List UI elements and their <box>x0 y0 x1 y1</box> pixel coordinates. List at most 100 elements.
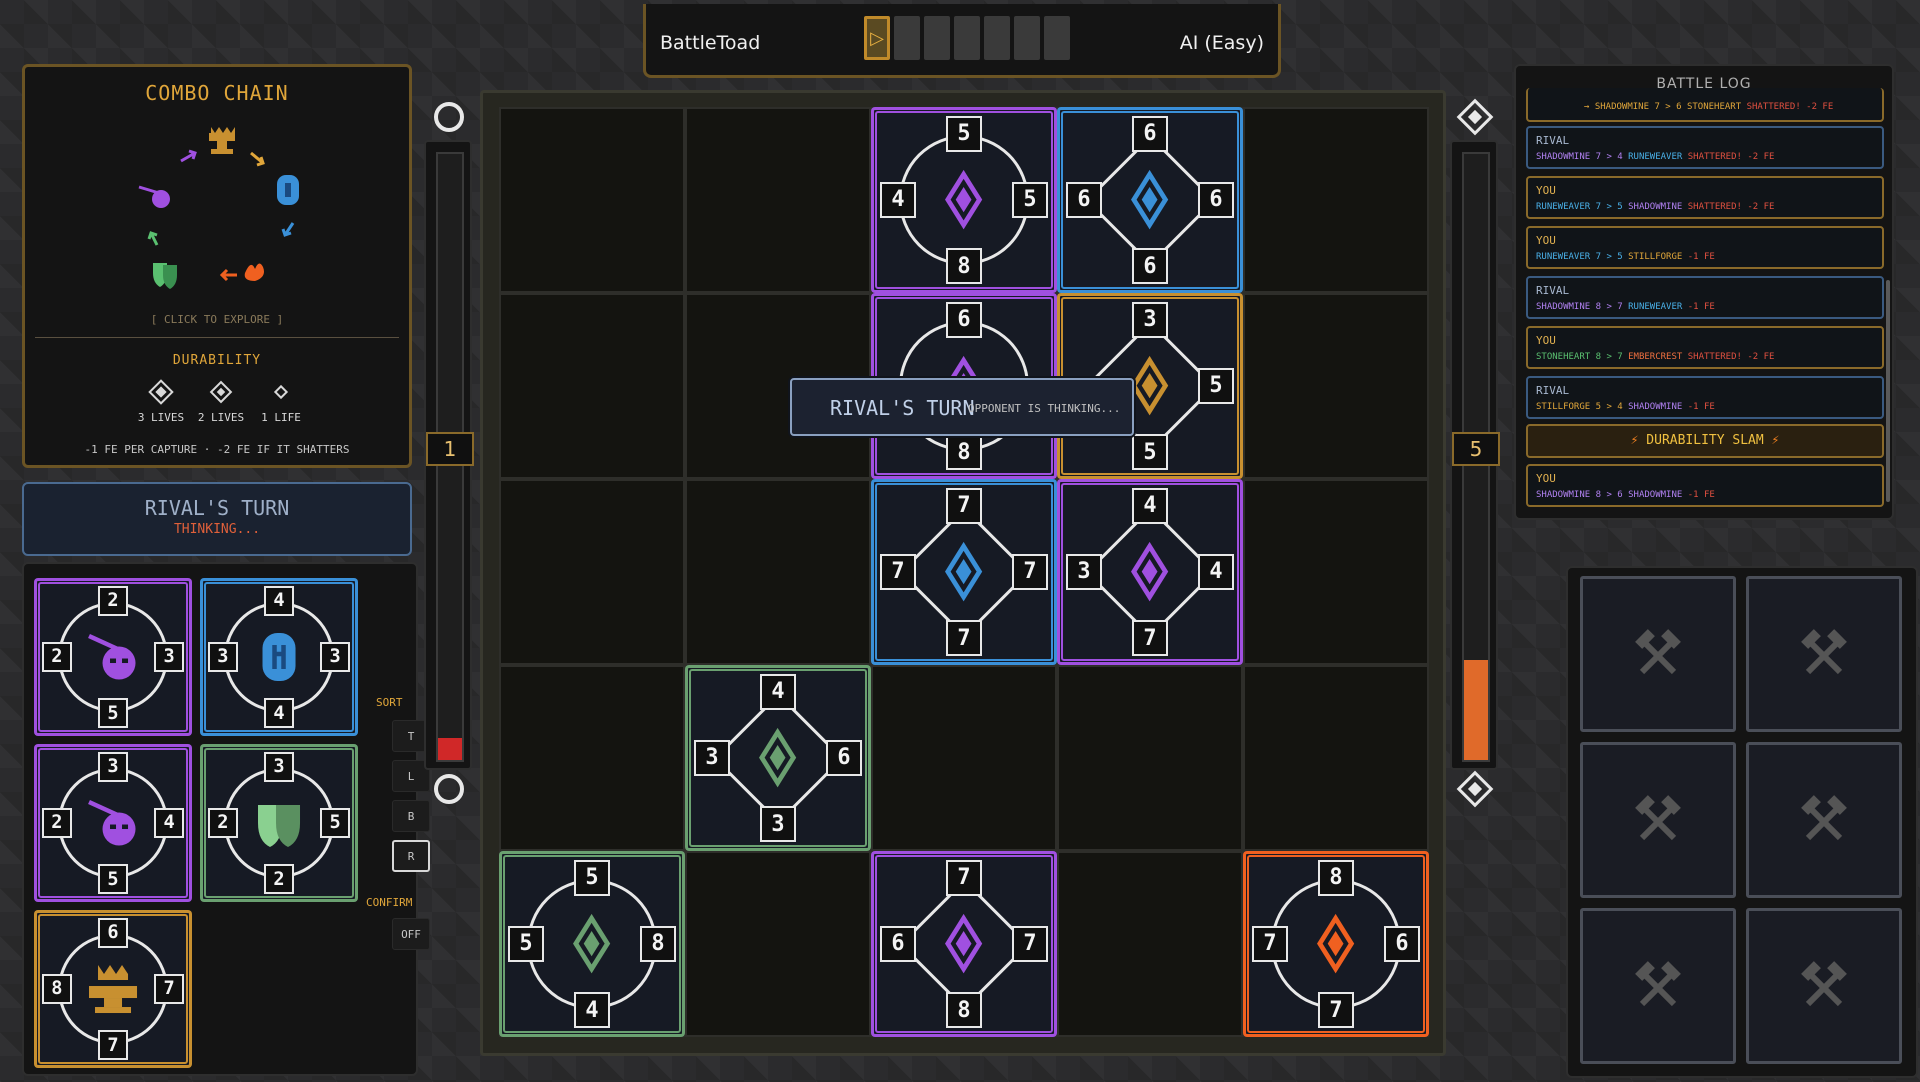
card-value-left: 3 <box>694 740 730 776</box>
card-value-bottom: 8 <box>946 248 982 284</box>
log-entry-who: RIVAL <box>1536 134 1570 147</box>
card-shadow[interactable]: 2235 <box>34 578 192 736</box>
card-shadow[interactable]: 32 45 <box>34 744 192 902</box>
card-emblem <box>1304 912 1367 975</box>
shields-icon <box>153 263 177 289</box>
graveyard-panel <box>1566 566 1918 1078</box>
log-entry-who: YOU <box>1536 184 1556 197</box>
battle-log[interactable]: BATTLE LOG → SHADOWMINE 7 > 6 STONEHEART… <box>1514 64 1894 520</box>
log-entry-who: YOU <box>1536 234 1556 247</box>
log-text: SHADOWMINE 8 > 7 <box>1536 302 1629 312</box>
opponent-marker-icon <box>1456 98 1494 136</box>
graveyard-slot <box>1746 742 1902 898</box>
diamond-3-icon <box>148 379 174 405</box>
log-entry-who: RIVAL <box>1536 284 1570 297</box>
durability-rule: -1 FE PER CAPTURE · -2 FE IF IT SHATTERS <box>84 443 350 456</box>
turn-tracker: ▷ <box>864 16 1070 60</box>
card-shadow: 4347 <box>1057 479 1243 665</box>
card-value-left: 8 <box>41 973 72 1004</box>
turn-slot <box>894 16 920 60</box>
card-rune[interactable]: 43 34 <box>200 578 358 736</box>
log-text: SHADOWMINE <box>1628 202 1688 212</box>
card-value-left: 6 <box>880 926 916 962</box>
crystal-icon <box>945 914 983 974</box>
card-rune: 6666 <box>1057 107 1243 293</box>
card-ember: 8767 <box>1243 851 1429 1037</box>
card-rune: 7777 <box>871 479 1057 665</box>
sort-bottom-button[interactable]: B <box>392 800 430 832</box>
card-value-left: 5 <box>508 926 544 962</box>
log-scrollbar[interactable] <box>1886 280 1890 502</box>
log-text: -1 FE <box>1687 490 1715 500</box>
card-value-top: 7 <box>946 488 982 524</box>
card-value-top: 5 <box>946 116 982 152</box>
tooltip-text: OPPONENT IS THINKING... <box>968 402 1121 415</box>
combo-chain-panel[interactable]: COMBO CHAIN [ CLICK TO EXPLORE ] DURABIL… <box>22 64 412 468</box>
player-marker-ring <box>434 774 464 804</box>
player-marker-ring <box>434 102 464 132</box>
diamond-1-icon <box>273 384 289 400</box>
card-stone: 5584 <box>499 851 685 1037</box>
log-entry-line: SHADOWMINE 8 > 7 RUNEWEAVER -1 FE <box>1536 302 1715 312</box>
click-to-explore[interactable]: [ CLICK TO EXPLORE ] <box>25 313 409 326</box>
log-text: RUNEWEAVER <box>1628 152 1688 162</box>
card-value-right: 6 <box>1384 926 1420 962</box>
card-value-left: 6 <box>1066 182 1102 218</box>
card-still[interactable]: 6877 <box>34 910 192 1068</box>
opponent-energy-fill <box>1464 660 1488 760</box>
card-value-right: 5 <box>320 807 351 838</box>
card-value-bottom: 7 <box>1318 992 1354 1028</box>
card-value-top: 3 <box>1132 302 1168 338</box>
confirm-toggle[interactable]: OFF <box>392 918 430 950</box>
card-shadow: 5458 <box>871 107 1057 293</box>
card-value-bottom: 6 <box>1132 248 1168 284</box>
turn-slot <box>1044 16 1070 60</box>
crossed-hammers-icon <box>1635 961 1681 1007</box>
opponent-name: AI (Easy) <box>1179 32 1264 54</box>
turn-status-panel: RIVAL'S TURN THINKING... <box>22 482 412 556</box>
card-stone: 4363 <box>685 665 871 851</box>
card-value-top: 3 <box>97 751 128 782</box>
card-shadow: 7678 <box>871 851 1057 1037</box>
crystal-icon <box>945 542 983 602</box>
turn-slot <box>954 16 980 60</box>
card-value-bottom: 3 <box>760 806 796 842</box>
sort-right-button[interactable]: R <box>392 840 430 872</box>
card-emblem <box>249 793 309 853</box>
match-header: BattleToad ▷ AI (Easy) <box>643 4 1281 78</box>
card-value-left: 2 <box>41 641 72 672</box>
log-entry-who: YOU <box>1536 472 1556 485</box>
player-name: BattleToad <box>660 32 761 54</box>
pickaxe-mask-icon <box>138 185 170 208</box>
card-stone[interactable]: 3252 <box>200 744 358 902</box>
tooltip-title: RIVAL'S TURN <box>830 396 975 420</box>
durability-title: DURABILITY <box>172 353 262 368</box>
card-value-left: 2 <box>41 807 72 838</box>
card-value-top: 3 <box>263 751 294 782</box>
board-cards: 5458666668355777743474363558476788767 <box>499 107 1429 1037</box>
game-board: 5458666668355777743474363558476788767 <box>480 90 1446 1056</box>
card-value-top: 6 <box>946 302 982 338</box>
log-text: SHATTERED! -2 FE <box>1746 102 1834 112</box>
card-emblem <box>1118 168 1181 231</box>
log-entry-line: STONEHEART 8 > 7 EMBERCREST SHATTERED! -… <box>1536 352 1774 362</box>
sort-label: SORT <box>376 696 403 709</box>
card-value-top: 7 <box>946 860 982 896</box>
card-value-bottom: 5 <box>97 698 128 729</box>
log-text: SHATTERED! -2 FE <box>1687 152 1775 162</box>
durability-label: 1 LIFE <box>261 411 301 424</box>
crossed-hammers-icon <box>1801 795 1847 841</box>
card-value-bottom: 4 <box>263 698 294 729</box>
card-value-top: 8 <box>1318 860 1354 896</box>
log-entry: YOU STONEHEART 8 > 7 EMBERCREST SHATTERED… <box>1526 326 1884 369</box>
anvil-crown-icon <box>88 964 137 1013</box>
card-value-top: 6 <box>97 917 128 948</box>
crystal-icon <box>573 914 611 974</box>
card-value-left: 7 <box>880 554 916 590</box>
log-text: SHADOWMINE 8 > 6 <box>1536 490 1623 500</box>
card-emblem <box>1118 540 1181 603</box>
lightning-icon: ⚡ <box>1630 433 1639 448</box>
combo-cycle-diagram[interactable] <box>125 117 315 307</box>
card-value-right: 6 <box>1198 182 1234 218</box>
combo-chain-title: COMBO CHAIN <box>145 81 289 105</box>
